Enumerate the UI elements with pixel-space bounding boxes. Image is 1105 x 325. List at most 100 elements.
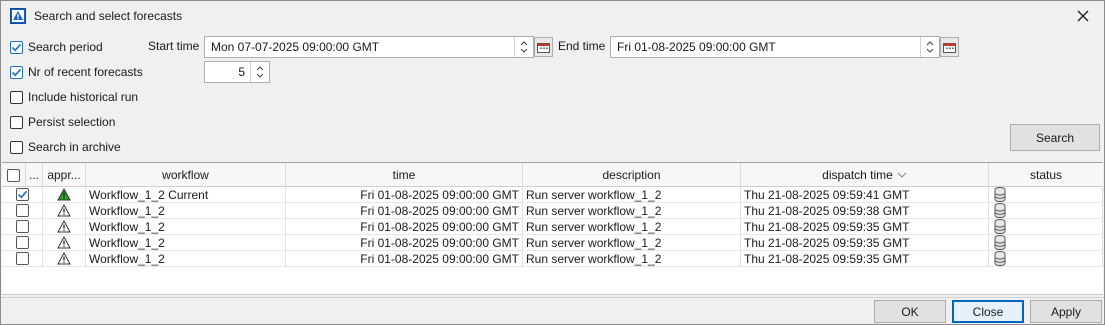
persist-selection-label: Persist selection (28, 115, 116, 129)
row-select-cell (2, 187, 43, 203)
time-cell: Fri 01-08-2025 09:00:00 GMT (286, 219, 523, 235)
approved-cell (43, 187, 86, 203)
approved-cell (43, 235, 86, 251)
warning-triangle-icon (57, 220, 71, 233)
approved-cell (43, 251, 86, 267)
spin-updown-icon (520, 41, 528, 53)
include-historical-label: Include historical run (28, 90, 139, 104)
dispatch-time-cell: Thu 21-08-2025 09:59:41 GMT (741, 187, 989, 203)
checkmark-icon (17, 190, 27, 199)
table-header: ... appr... workflow time description di… (2, 163, 1103, 187)
row-select-cell (2, 251, 43, 267)
dispatch-time-cell: Thu 21-08-2025 09:59:35 GMT (741, 251, 989, 267)
persist-selection-checkbox[interactable] (10, 115, 23, 129)
dispatch-time-cell: Thu 21-08-2025 09:59:35 GMT (741, 219, 989, 235)
nr-recent-spinner[interactable] (250, 62, 269, 82)
row-select-cell (2, 235, 43, 251)
close-window-button[interactable] (1069, 3, 1097, 29)
database-icon (994, 251, 1006, 266)
app-logo-icon (10, 8, 26, 24)
apply-button[interactable]: Apply (1030, 300, 1102, 323)
row-checkbox[interactable] (15, 236, 29, 249)
database-icon (994, 203, 1006, 218)
search-period-checkbox[interactable] (10, 40, 23, 54)
warning-triangle-icon (57, 188, 71, 201)
table-row[interactable]: Workflow_1_2 Fri 01-08-2025 09:00:00 GMT R… (2, 203, 1103, 219)
nr-recent-checkbox[interactable] (10, 65, 23, 79)
include-historical-option[interactable]: Include historical run (10, 88, 138, 106)
ok-button[interactable]: OK (874, 300, 946, 323)
search-period-option[interactable]: Search period (10, 38, 103, 56)
table-row[interactable]: Workflow_1_2 Fri 01-08-2025 09:00:00 GMT R… (2, 235, 1103, 251)
row-select-cell (2, 219, 43, 235)
calendar-icon (943, 42, 956, 53)
column-header-status[interactable]: status (989, 163, 1103, 187)
column-header-time[interactable]: time (286, 163, 523, 187)
approved-cell (43, 219, 86, 235)
start-time-calendar-button[interactable] (534, 37, 553, 57)
persist-selection-option[interactable]: Persist selection (10, 113, 115, 131)
description-cell: Run server workflow_1_2 (523, 235, 741, 251)
end-time-spinner[interactable] (920, 37, 939, 57)
checkmark-icon (11, 43, 22, 51)
title-bar: Search and select forecasts (1, 1, 1104, 32)
row-select-cell (2, 203, 43, 219)
nr-recent-option[interactable]: Nr of recent forecasts (10, 63, 143, 81)
search-forecasts-dialog: Search and select forecasts Search perio… (0, 0, 1105, 325)
footer-divider (1, 297, 1104, 298)
search-archive-label: Search in archive (28, 140, 121, 154)
search-button[interactable]: Search (1010, 124, 1100, 151)
search-period-label: Search period (28, 40, 103, 54)
table-row[interactable]: Workflow_1_2 Fri 01-08-2025 09:00:00 GMT R… (2, 219, 1103, 235)
spin-updown-icon (926, 41, 934, 53)
workflow-cell: Workflow_1_2 Current (86, 187, 286, 203)
calendar-icon (537, 42, 550, 53)
include-historical-checkbox[interactable] (10, 90, 23, 104)
column-header-description[interactable]: description (523, 163, 741, 187)
forecasts-table: ... appr... workflow time description di… (2, 162, 1103, 295)
nr-recent-label: Nr of recent forecasts (28, 65, 143, 79)
database-icon (994, 235, 1006, 250)
column-header-workflow[interactable]: workflow (86, 163, 286, 187)
row-checkbox[interactable] (15, 252, 29, 265)
warning-triangle-icon (57, 236, 71, 249)
description-cell: Run server workflow_1_2 (523, 251, 741, 267)
start-time-spinner[interactable] (514, 37, 533, 57)
search-archive-checkbox[interactable] (10, 140, 23, 154)
table-row[interactable]: Workflow_1_2 Current Fri 01-08-2025 09:00… (2, 187, 1103, 203)
table-row[interactable]: Workflow_1_2 Fri 01-08-2025 09:00:00 GMT R… (2, 251, 1103, 267)
column-header-dispatch-time[interactable]: dispatch time (741, 163, 989, 187)
spin-updown-icon (256, 66, 264, 78)
workflow-cell: Workflow_1_2 (86, 251, 286, 267)
close-button[interactable]: Close (952, 300, 1024, 323)
start-time-field[interactable]: Mon 07-07-2025 09:00:00 GMT (204, 36, 534, 58)
end-time-calendar-button[interactable] (940, 37, 959, 57)
window-title: Search and select forecasts (34, 9, 183, 23)
time-cell: Fri 01-08-2025 09:00:00 GMT (286, 235, 523, 251)
time-cell: Fri 01-08-2025 09:00:00 GMT (286, 251, 523, 267)
database-icon (994, 219, 1006, 234)
warning-triangle-icon (57, 252, 71, 265)
select-all-header[interactable] (2, 163, 26, 187)
status-cell (989, 203, 1103, 219)
dispatch-time-cell: Thu 21-08-2025 09:59:38 GMT (741, 203, 989, 219)
status-cell (989, 235, 1103, 251)
status-cell (989, 187, 1103, 203)
workflow-cell: Workflow_1_2 (86, 235, 286, 251)
dispatch-time-cell: Thu 21-08-2025 09:59:35 GMT (741, 235, 989, 251)
nr-recent-forecasts-field[interactable]: 5 (204, 61, 270, 83)
row-checkbox[interactable] (15, 188, 29, 201)
end-time-field[interactable]: Fri 01-08-2025 09:00:00 GMT (610, 36, 940, 58)
database-icon (994, 187, 1006, 202)
column-header-select[interactable]: ... (26, 163, 43, 187)
time-cell: Fri 01-08-2025 09:00:00 GMT (286, 203, 523, 219)
time-cell: Fri 01-08-2025 09:00:00 GMT (286, 187, 523, 203)
select-all-checkbox[interactable] (7, 168, 20, 182)
start-time-value: Mon 07-07-2025 09:00:00 GMT (211, 40, 380, 54)
search-archive-option[interactable]: Search in archive (10, 138, 121, 156)
row-checkbox[interactable] (15, 220, 29, 233)
column-header-approved[interactable]: appr... (43, 163, 86, 187)
workflow-cell: Workflow_1_2 (86, 203, 286, 219)
row-checkbox[interactable] (15, 204, 29, 217)
workflow-cell: Workflow_1_2 (86, 219, 286, 235)
